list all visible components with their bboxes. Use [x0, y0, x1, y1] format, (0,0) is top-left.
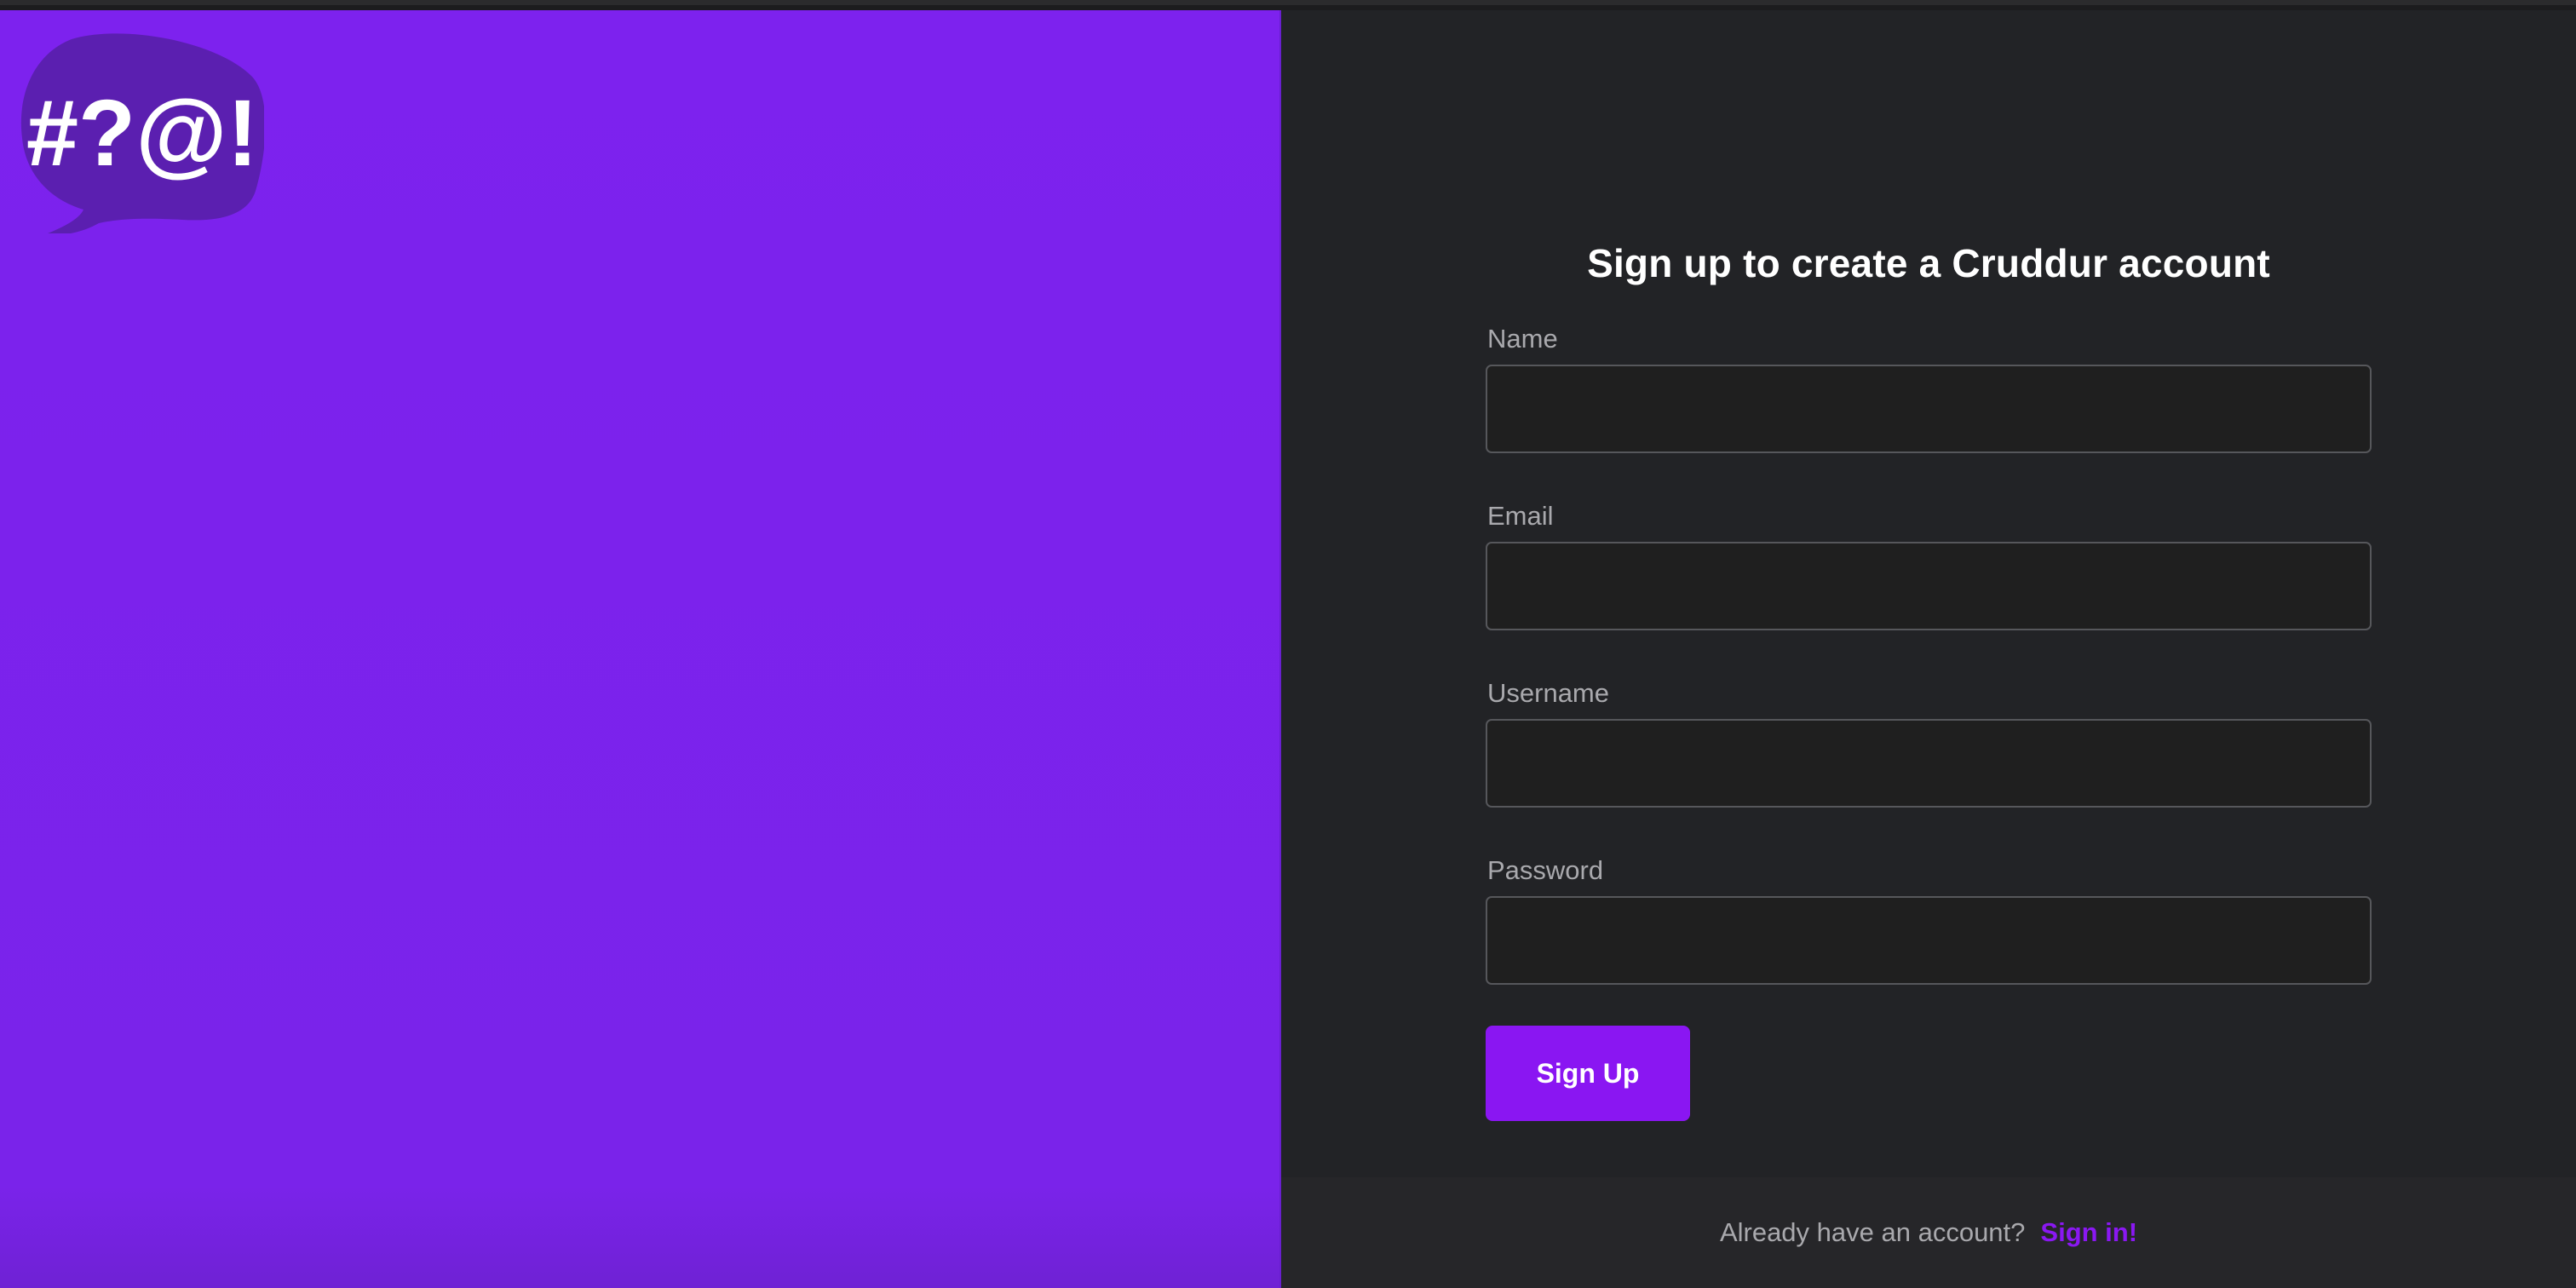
brand-panel: #?@! — [0, 10, 1281, 1288]
app-window: #?@! Sign up to create a Cruddur account… — [0, 0, 2576, 1288]
name-input[interactable] — [1486, 365, 2372, 453]
speech-bubble-logo-icon: #?@! — [20, 33, 264, 233]
logo-text: #?@! — [26, 81, 258, 186]
signin-prompt: Already have an account? — [1719, 1217, 2026, 1247]
name-label: Name — [1487, 324, 1558, 354]
password-label: Password — [1487, 855, 1604, 885]
username-input[interactable] — [1486, 719, 2372, 808]
username-label: Username — [1487, 678, 1609, 708]
email-label: Email — [1487, 501, 1554, 531]
sign-in-link[interactable]: Sign in! — [2040, 1217, 2137, 1248]
email-input[interactable] — [1486, 542, 2372, 630]
signup-form: Sign up to create a Cruddur account Name… — [1486, 240, 2372, 1121]
signup-panel: Sign up to create a Cruddur account Name… — [1281, 10, 2576, 1288]
signin-footer: Already have an account? Sign in! — [1281, 1177, 2576, 1288]
sign-up-button[interactable]: Sign Up — [1486, 1026, 1690, 1121]
page-title: Sign up to create a Cruddur account — [1587, 241, 2270, 285]
password-input[interactable] — [1486, 896, 2372, 985]
